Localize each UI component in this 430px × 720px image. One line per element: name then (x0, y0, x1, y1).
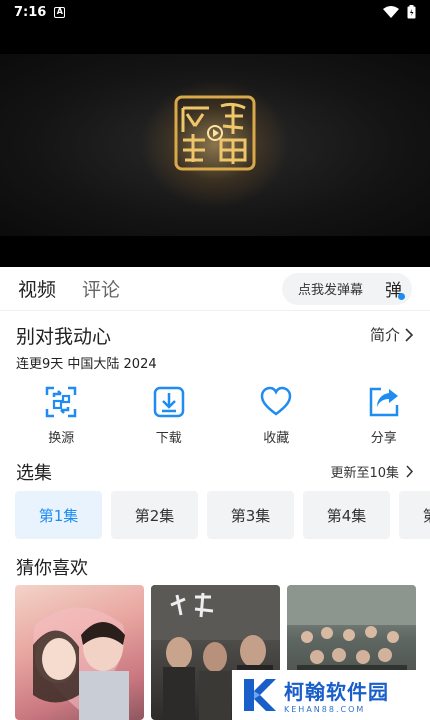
watermark-overlay: 柯翰软件园 KEHAN88.COM (232, 670, 430, 720)
favorite-label: 收藏 (263, 431, 290, 446)
favorite-heart-icon (260, 386, 292, 416)
episode-item[interactable]: 第1集 (15, 491, 102, 539)
tab-video[interactable]: 视频 (18, 275, 56, 302)
show-title: 别对我动心 (16, 326, 112, 348)
danmu-placeholder: 点我发弹幕 (298, 283, 364, 298)
episode-item[interactable]: 第2集 (111, 491, 198, 539)
episodes-update-text: 更新至10集 (330, 466, 399, 481)
episode-item[interactable]: 第3集 (207, 491, 294, 539)
show-meta: 连更9天 中国大陆 2024 (16, 357, 157, 372)
recommend-poster[interactable] (15, 585, 144, 720)
download-button[interactable]: 下载 (123, 385, 216, 447)
switch-source-label: 换源 (48, 431, 75, 446)
share-icon (369, 387, 398, 417)
episodes-title: 选集 (16, 463, 52, 484)
danmu-input[interactable]: 点我发弹幕 弹 (282, 272, 412, 305)
episode-list: 第1集 第2集 第3集 第4集 第5集 (15, 491, 430, 539)
status-bar: 7:16 A (0, 0, 430, 24)
watermark-url: KEHAN88.COM (284, 705, 366, 714)
recommend-title: 猜你喜欢 (16, 558, 88, 579)
share-button[interactable]: 分享 (338, 385, 430, 447)
video-player[interactable] (0, 24, 430, 267)
favorite-button[interactable]: 收藏 (230, 385, 323, 447)
tab-comments[interactable]: 评论 (82, 275, 120, 302)
notification-a-icon: A (54, 6, 66, 18)
share-label: 分享 (370, 431, 397, 446)
kehan-logo-icon (244, 679, 276, 711)
episode-item[interactable]: 第4集 (303, 491, 390, 539)
danmu-dot (398, 293, 405, 300)
poster-art (33, 607, 129, 720)
episode-item[interactable]: 第5集 (399, 491, 430, 539)
watermark-name: 柯翰软件园 (284, 680, 389, 704)
intro-label: 简介 (369, 326, 400, 344)
download-icon (153, 386, 184, 418)
network-audiovisual-logo (174, 95, 256, 171)
tab-bar: 视频 评论 点我发弹幕 弹 (0, 267, 430, 311)
danmu-toggle-icon[interactable]: 弹 (385, 276, 405, 301)
chevron-right-icon (406, 465, 414, 478)
download-label: 下载 (155, 431, 182, 446)
battery-icon (407, 5, 416, 19)
episodes-more-button[interactable]: 更新至10集 (330, 462, 414, 481)
status-time: 7:16 (14, 4, 47, 20)
action-row: 换源 下载 收藏 分享 (0, 385, 430, 447)
switch-source-button[interactable]: 换源 (15, 385, 108, 447)
switch-source-icon (46, 386, 77, 418)
intro-button[interactable]: 简介 (370, 324, 414, 345)
wifi-icon (383, 6, 399, 18)
chevron-right-icon (405, 327, 414, 342)
